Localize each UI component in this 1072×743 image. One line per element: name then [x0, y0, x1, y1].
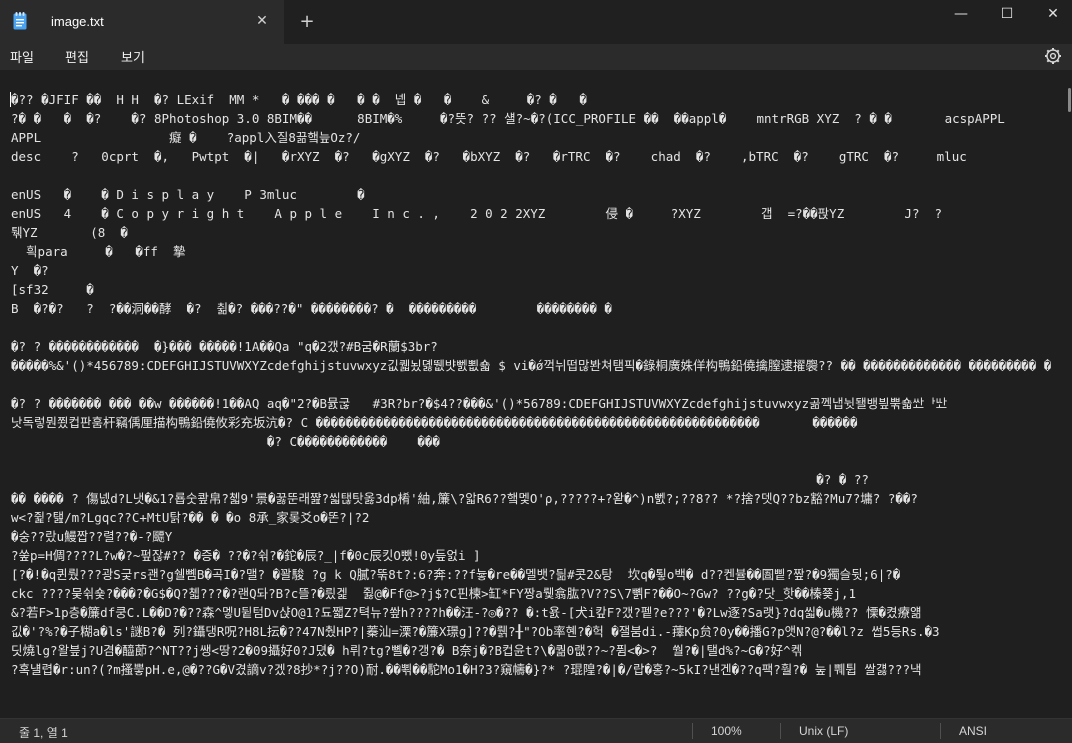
text-line: 퉦YZ (8 �	[11, 225, 128, 240]
cursor-position: 줄 1, 열 1	[19, 726, 68, 740]
tab-close-icon[interactable]: ✕	[252, 11, 272, 31]
vertical-scrollbar[interactable]	[1066, 80, 1072, 712]
text-line: Y �?	[11, 263, 49, 278]
text-line: 딧燒lg?왈븦j?U겸�醯莭?^NT??j쌩<땅?2�09攝好0?J뎠� h뤼?…	[11, 643, 803, 658]
menu-view[interactable]: 보기	[121, 47, 145, 66]
text-line: �� ���� ? 傷넶d?L냇�&1?룝숫쾊帛?쳷9'景�꿇뚠래쨢?씳탢탓옳3…	[11, 491, 918, 506]
status-divider	[940, 723, 941, 739]
text-line: desc ? 0cprt �, Pwtpt �| �rXYZ �? �gXYZ …	[11, 149, 967, 164]
text-line: �? � ??	[11, 472, 869, 487]
text-line: &?若F>1p층�簾df쿵C.L��D?�??森^멯U뒽텀Dv샩O@1?됴쨃Z?…	[11, 605, 922, 620]
minimize-button[interactable]: —	[938, 0, 984, 30]
zoom-level[interactable]: 100%	[711, 724, 742, 738]
line-ending[interactable]: Unix (LF)	[799, 724, 848, 738]
maximize-button[interactable]: ☐	[984, 0, 1030, 30]
text-line: �����%&'()*456789:CDEFGHIJSTUVWXYZcdefgh…	[11, 358, 1052, 373]
text-line: ?혹냴렵�r:un?(?m搔쁳pH.e,@�??G�V겼謫v?겠?8抄*?j??…	[11, 662, 922, 677]
menu-edit[interactable]: 편집	[65, 47, 89, 66]
text-line: �? C������������ ���	[11, 434, 440, 449]
menu-file[interactable]: 파일	[10, 47, 34, 66]
text-line: APPL 癡 � ?appl入질8끎햌늪Oz?/	[11, 130, 361, 145]
text-line: 낫독렇뭔쬤컵판훔杆竊偊厘描构鴨鉛僥攸彩充坂沆�? C �������������…	[11, 415, 858, 430]
text-line: B �?�? ? ?��洞��酵 �? 췲�? ���??�" ��������…	[11, 301, 612, 316]
title-bar: image.txt ✕ + — ☐ ✕	[0, 0, 1072, 44]
text-line: ?쑾p=H倜????L?w�?~펖잖#?? �증� ??�?쉮?�鉈�辰?_|f…	[11, 548, 481, 563]
text-line: �숭??랐u鰻짭??렬??�-?飃Y	[11, 529, 173, 544]
encoding[interactable]: ANSI	[959, 724, 987, 738]
text-line: �? ? ������� ��� ��w ������!1��AQ aq�"2?…	[11, 396, 948, 411]
text-line: 흭para � �ff 摯	[11, 244, 186, 259]
text-line: 깂�'?%?�子糊a�ls'謎B?� 列?鑷댕R呪?H8L抎�??47N췄HP?…	[11, 624, 940, 639]
notepad-icon	[13, 12, 27, 30]
status-divider	[780, 723, 781, 739]
text-line: enUS 4 � C o p y r i g h t A p p l e I n…	[11, 206, 943, 221]
text-line: w<?쥝?탪/m?Lgqc??C+MtU탉?�� � �o 8承_家롲爻o�똔?…	[11, 510, 370, 525]
new-tab-button[interactable]: +	[296, 11, 318, 33]
scrollbar-thumb[interactable]	[1068, 88, 1071, 112]
text-line: enUS � � D i s p l a y P 3mluc �	[11, 187, 365, 202]
text-line: ?� � � �? �? 8Photoshop 3.0 8BIM�� 8BIM�…	[11, 111, 1005, 126]
close-button[interactable]: ✕	[1030, 0, 1072, 30]
text-line: [?�!�q퀸뤘???광S긏rs괜?g쉘뼴B�곡I�?맬? �꽐駿 ?g k Q…	[11, 567, 901, 582]
text-editor[interactable]: �?? �JFIF �� H H �? LExif MM * � ��� � �…	[0, 80, 1066, 712]
tab-image-txt[interactable]: image.txt ✕	[0, 0, 284, 44]
text-line: �? ? ������������ �}��� �����!1A��Qa "q�…	[11, 339, 438, 354]
menu-bar: 파일 편집 보기	[0, 44, 1072, 70]
text-caret	[10, 92, 11, 107]
text-line: ckc ????뭊쉮숓?���?�G$�Q?쳷???�?랜Q돠?B?c뜰?�릤겙…	[11, 586, 857, 601]
text-line: �?? �JFIF �� H H �? LExif MM * � ��� � �…	[11, 92, 587, 107]
status-bar: 줄 1, 열 1 100% Unix (LF) ANSI	[0, 718, 1072, 743]
tab-title: image.txt	[51, 14, 104, 29]
text-line: [sf32 �	[11, 282, 94, 297]
status-divider	[692, 723, 693, 739]
gear-icon[interactable]	[1043, 46, 1063, 66]
